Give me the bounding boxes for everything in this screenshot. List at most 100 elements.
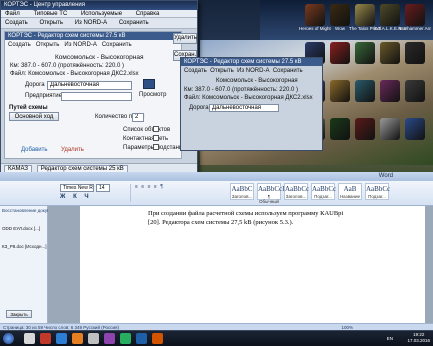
figure-file-info: Файл: Комсомольск - Высокогорная ДКС2.xl… (184, 95, 313, 101)
paragraph-controls[interactable]: ≡ ≡ ≡ ≡ ¶ (130, 184, 210, 202)
menu-typical[interactable]: Типовые ТС (33, 11, 67, 17)
style-option[interactable]: AaBbCcI ¶ Обычный (257, 183, 284, 204)
desktop-shortcut-icon[interactable] (355, 80, 375, 102)
taskbar-app-icon[interactable] (120, 333, 131, 344)
open-button[interactable]: Открыть (39, 20, 63, 26)
desktop-shortcut-icon[interactable] (355, 42, 375, 64)
recovery-item-1[interactable]: ODD ЕУЛ.docx [...] (2, 226, 40, 231)
style-name: ¶ Обычный (259, 194, 279, 204)
objects-list-label: Список объектов (123, 127, 171, 133)
path-count-field[interactable]: 2 (132, 113, 144, 122)
desktop-shortcut-icon[interactable] (330, 42, 350, 64)
paragraph-line-1[interactable]: При создании файла расчетной схемы испол… (148, 210, 343, 218)
taskbar-app-icon[interactable] (152, 333, 163, 344)
side-delete-button[interactable]: Удалить (173, 33, 197, 44)
style-name: Подзаг... (314, 194, 332, 199)
style-name: Название (339, 194, 361, 199)
delete-link[interactable]: Удалить (61, 147, 84, 153)
style-sample: AaB (343, 185, 357, 193)
style-option[interactable]: AaB Название (338, 183, 362, 200)
clock-date: 17.03.2016 (407, 338, 430, 343)
recovery-item-2[interactable]: КЗ_Р8.doc [Исходн...] (2, 244, 47, 249)
recovery-pane: Восстановление документа ODD ЕУЛ.docx [.… (0, 206, 60, 323)
desktop-shortcut-icon[interactable]: Wow (330, 4, 350, 31)
font-size-field[interactable]: 14 (96, 184, 110, 192)
menu-file[interactable]: Файл (5, 11, 20, 17)
desktop-shortcut-icon[interactable] (405, 80, 425, 102)
dialog-create-button[interactable]: Создать (8, 42, 31, 48)
style-option[interactable]: AaBbC Заголов... (230, 183, 254, 200)
toolbar: Создать Открыть Из NORD-A Сохранить (1, 18, 197, 29)
figure-road-field: Дальневосточная (209, 104, 279, 112)
road-field[interactable]: Дальневосточная (47, 81, 132, 90)
taskbar-app-icon[interactable] (24, 333, 35, 344)
menu-help[interactable]: Справка (136, 11, 160, 17)
desktop-shortcut-label: Warhammer Armageddon (399, 26, 431, 31)
taskbar: EN 19:22 17.03.2016 (0, 330, 433, 346)
contact-network-label: Контактная сеть (123, 136, 169, 142)
desktop-shortcut-icon[interactable] (405, 118, 425, 140)
style-option[interactable]: AaBbCc Подзаг... (365, 183, 390, 200)
paths-section-title: Путей схемы (9, 105, 48, 111)
style-option[interactable]: AaBbCc Заголов... (284, 183, 309, 200)
taskbar-app-icon[interactable] (104, 333, 115, 344)
desktop-shortcut-icon[interactable]: Warhammer Armageddon (399, 4, 431, 31)
dialog-open-button[interactable]: Открыть (36, 42, 60, 48)
from-nord-button[interactable]: Из NORD-A (75, 20, 107, 26)
paragraph-line-2[interactable]: [20]. Редактора схем системы 27,5 kВ (ри… (148, 219, 293, 227)
desktop-shortcut-icon[interactable]: Heroes of Might & ... (299, 4, 331, 31)
schema-editor-dialog: КОРТЭС - Редактор схем системы 27.5 кВ С… (4, 31, 189, 159)
desktop-shortcut-icon[interactable]: The Talos Principle (349, 4, 381, 31)
style-name: Подзаг... (368, 194, 386, 199)
figure-create: Создать (184, 68, 207, 74)
word-window: Word Times New Roman 14 Ж К Ч ≡ ≡ ≡ ≡ ¶ … (0, 172, 433, 330)
figure-open: Открыть (210, 68, 234, 74)
main-path-button[interactable]: Основной ход (9, 112, 59, 121)
menu-used[interactable]: Используемые (81, 11, 122, 17)
format-buttons[interactable]: Ж К Ч (60, 194, 120, 202)
taskbar-app-icon[interactable] (72, 333, 83, 344)
dialog-title: КОРТЭС - Редактор схем системы 27.5 кВ (5, 32, 181, 40)
desktop-shortcut-icon[interactable] (380, 80, 400, 102)
view-icon[interactable] (143, 79, 155, 89)
figure-km-info: Км: 387.0 - 607.0 (протяжённость: 220.0 … (184, 87, 298, 93)
add-link[interactable]: Добавить (21, 147, 48, 153)
desktop-shortcut-icon[interactable] (380, 42, 400, 64)
taskbar-app-icon[interactable] (40, 333, 51, 344)
style-sample: AaBbCc (312, 185, 337, 193)
desktop-shortcut-icon[interactable] (355, 118, 375, 140)
clock[interactable]: 19:22 17.03.2016 (407, 332, 430, 344)
desktop-shortcut-icon[interactable]: S.T.A.L.K.E.R. Shadow ... (374, 4, 406, 31)
enterprise-label: Предприятие (25, 93, 62, 99)
desktop-shortcut-icon[interactable] (330, 118, 350, 140)
substation-params-checkbox[interactable] (153, 144, 159, 150)
figure-save: Сохранить (272, 68, 303, 74)
contact-network-checkbox[interactable] (153, 135, 159, 141)
taskbar-app-icon[interactable] (136, 333, 147, 344)
language-indicator[interactable]: EN (387, 336, 393, 341)
create-button[interactable]: Создать (5, 20, 28, 26)
desktop-shortcut-icon[interactable] (380, 118, 400, 140)
start-button-icon[interactable] (3, 333, 14, 344)
taskbar-app-icon[interactable] (88, 333, 99, 344)
objects-list-checkbox[interactable] (153, 126, 159, 132)
style-name: Заголов... (285, 194, 307, 199)
file-info: Файл: Комсомольск - Высокогорная ДКС2.xl… (10, 71, 139, 77)
desktop-shortcut-icon[interactable] (405, 42, 425, 64)
figure-heading: Комсомольск - Высокогорная (216, 78, 298, 84)
figure-road-label: Дорога (189, 105, 209, 111)
recovery-close-button[interactable]: Закрыть (6, 310, 32, 318)
style-option[interactable]: AaBbCc Подзаг... (311, 183, 337, 200)
word-ribbon: Times New Roman 14 Ж К Ч ≡ ≡ ≡ ≡ ¶ AaBbC… (0, 181, 433, 206)
taskbar-app-icon[interactable] (56, 333, 67, 344)
save-button[interactable]: Сохранить (119, 20, 149, 26)
document-page: При создании файла расчетной схемы испол… (80, 206, 425, 323)
figure-title: КОРТЭС - Редактор схем системы 27.5 кВ (181, 58, 322, 66)
enterprise-field[interactable] (61, 92, 132, 101)
desktop-shortcut-icon[interactable] (330, 80, 350, 102)
view-label[interactable]: Просмотр (139, 92, 166, 98)
dialog-nord-button[interactable]: Из NORD-A (64, 42, 96, 48)
dialog-save-button[interactable]: Сохранить (102, 42, 132, 48)
font-name-field[interactable]: Times New Roman (60, 184, 94, 192)
dialog-toolbar: Создать Открыть Из NORD-A Сохранить (8, 42, 132, 48)
